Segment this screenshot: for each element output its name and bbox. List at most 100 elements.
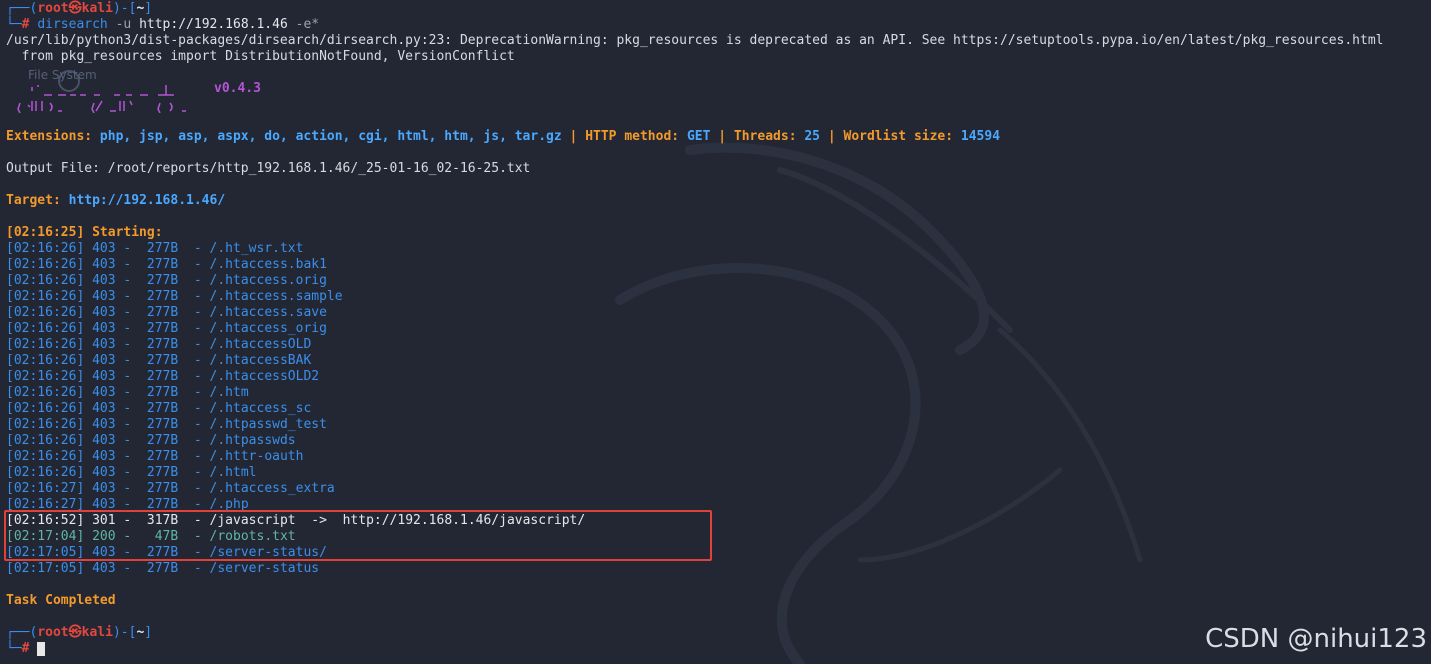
result-size: 277B xyxy=(146,481,179,496)
wordlist-value: 14594 xyxy=(960,129,1001,144)
result-size: 277B xyxy=(146,305,179,320)
prompt-host: kali xyxy=(81,1,113,16)
result-sep: - xyxy=(123,385,132,400)
result-size: 277B xyxy=(146,257,179,272)
result-sep: - xyxy=(193,561,202,576)
result-row: [02:16:27] 403 - 277B - /.htaccess_extra xyxy=(6,481,1431,497)
result-sep: - xyxy=(193,385,202,400)
result-path: /.htaccess.save xyxy=(209,305,327,320)
prompt-dir: ~ xyxy=(136,1,145,16)
result-sep: - xyxy=(193,401,202,416)
command-name: dirsearch xyxy=(37,17,108,32)
result-sep: - xyxy=(123,497,132,512)
result-path: /.ht_wsr.txt xyxy=(209,241,304,256)
result-sep: - xyxy=(193,497,202,512)
result-row: [02:16:26] 403 - 277B - /.htm xyxy=(6,385,1431,401)
result-row: [02:16:26] 403 - 277B - /.htaccessOLD xyxy=(6,337,1431,353)
prompt-at: ㉿ xyxy=(68,1,82,16)
result-time: [02:16:52] xyxy=(6,513,85,528)
result-row: [02:16:27] 403 - 277B - /.php xyxy=(6,497,1431,513)
result-sep: - xyxy=(193,257,202,272)
result-size: 277B xyxy=(146,561,179,576)
terminal-cursor[interactable] xyxy=(37,641,46,656)
result-path: /.htaccessBAK xyxy=(209,353,312,368)
result-time: [02:17:05] xyxy=(6,545,85,560)
result-sep: - xyxy=(193,321,202,336)
result-time: [02:16:26] xyxy=(6,289,85,304)
result-row: [02:16:26] 403 - 277B - /.htpasswds xyxy=(6,433,1431,449)
deprecation-warning-1: /usr/lib/python3/dist-packages/dirsearch… xyxy=(6,33,1384,48)
result-size: 277B xyxy=(146,497,179,512)
result-sep: - xyxy=(123,513,132,528)
config-line: Extensions: php, jsp, asp, aspx, do, act… xyxy=(6,129,1431,145)
result-size: 277B xyxy=(146,337,179,352)
terminal-output: ┌──(root㉿kali)-[~] └─# dirsearch -u http… xyxy=(6,1,1431,664)
result-size: 277B xyxy=(146,321,179,336)
prompt-at: ㉿ xyxy=(68,625,82,640)
result-code: 403 xyxy=(92,369,116,384)
result-sep: - xyxy=(193,545,202,560)
result-code: 403 xyxy=(92,241,116,256)
result-path: /.htaccess_extra xyxy=(209,481,335,496)
separator: | xyxy=(718,129,727,144)
result-sep: - xyxy=(193,241,202,256)
result-sep: - xyxy=(123,481,132,496)
threads-label: Threads: xyxy=(733,129,797,144)
starting-line: [02:16:25] Starting: xyxy=(6,225,163,240)
result-time: [02:16:26] xyxy=(6,385,85,400)
result-sep: - xyxy=(193,465,202,480)
result-code: 403 xyxy=(92,289,116,304)
result-sep: - xyxy=(123,433,132,448)
result-path: /.php xyxy=(209,497,249,512)
result-time: [02:16:26] xyxy=(6,241,85,256)
result-sep: - xyxy=(193,481,202,496)
result-row: [02:16:26] 403 - 277B - /.ht_wsr.txt xyxy=(6,241,1431,257)
prompt-host: kali xyxy=(81,625,113,640)
command-flag-e: -e* xyxy=(295,17,320,32)
result-sep: - xyxy=(123,561,132,576)
result-row: [02:17:05] 403 - 277B - /server-status xyxy=(6,561,1431,577)
result-sep: - xyxy=(123,305,132,320)
result-code: 403 xyxy=(92,561,116,576)
result-path: /.htaccess_orig xyxy=(209,321,327,336)
result-sep: - xyxy=(193,529,202,544)
separator: | xyxy=(827,129,836,144)
result-sep: - xyxy=(123,289,132,304)
result-size: 277B xyxy=(146,385,179,400)
result-sep: - xyxy=(123,401,132,416)
result-size: 277B xyxy=(146,273,179,288)
result-row: [02:16:26] 403 - 277B - /.htaccessOLD2 xyxy=(6,369,1431,385)
result-code: 403 xyxy=(92,401,116,416)
result-code: 403 xyxy=(92,497,116,512)
result-size: 47B xyxy=(146,529,179,544)
result-size: 277B xyxy=(146,241,179,256)
result-code: 403 xyxy=(92,321,116,336)
result-path: /.htaccess_sc xyxy=(209,401,312,416)
result-row: [02:16:26] 403 - 277B - /.htaccess_sc xyxy=(6,401,1431,417)
result-sep: - xyxy=(193,513,202,528)
result-code: 403 xyxy=(92,353,116,368)
result-sep: - xyxy=(193,433,202,448)
result-path: /.htpasswd_test xyxy=(209,417,327,432)
result-code: 403 xyxy=(92,337,116,352)
result-size: 277B xyxy=(146,369,179,384)
result-row: [02:16:26] 403 - 277B - /.htaccessBAK xyxy=(6,353,1431,369)
result-path: /robots.txt xyxy=(209,529,296,544)
result-sep: - xyxy=(123,545,132,560)
result-row: [02:16:26] 403 - 277B - /.htpasswd_test xyxy=(6,417,1431,433)
result-row: [02:16:26] 403 - 277B - /.htaccess.bak1 xyxy=(6,257,1431,273)
result-sep: - xyxy=(193,337,202,352)
result-code: 403 xyxy=(92,385,116,400)
result-size: 277B xyxy=(146,289,179,304)
target-label: Target: xyxy=(6,193,61,208)
result-redirect: -> http://192.168.1.46/javascript/ xyxy=(311,513,586,528)
result-size: 277B xyxy=(146,449,179,464)
result-path: /.htm xyxy=(209,385,249,400)
result-row: [02:16:26] 403 - 277B - /.html xyxy=(6,465,1431,481)
result-time: [02:16:26] xyxy=(6,257,85,272)
result-sep: - xyxy=(123,529,132,544)
command-flag-u: -u xyxy=(115,17,132,32)
result-row: [02:16:52] 301 - 317B - /javascript -> h… xyxy=(6,513,1431,529)
result-code: 403 xyxy=(92,417,116,432)
result-size: 277B xyxy=(146,545,179,560)
